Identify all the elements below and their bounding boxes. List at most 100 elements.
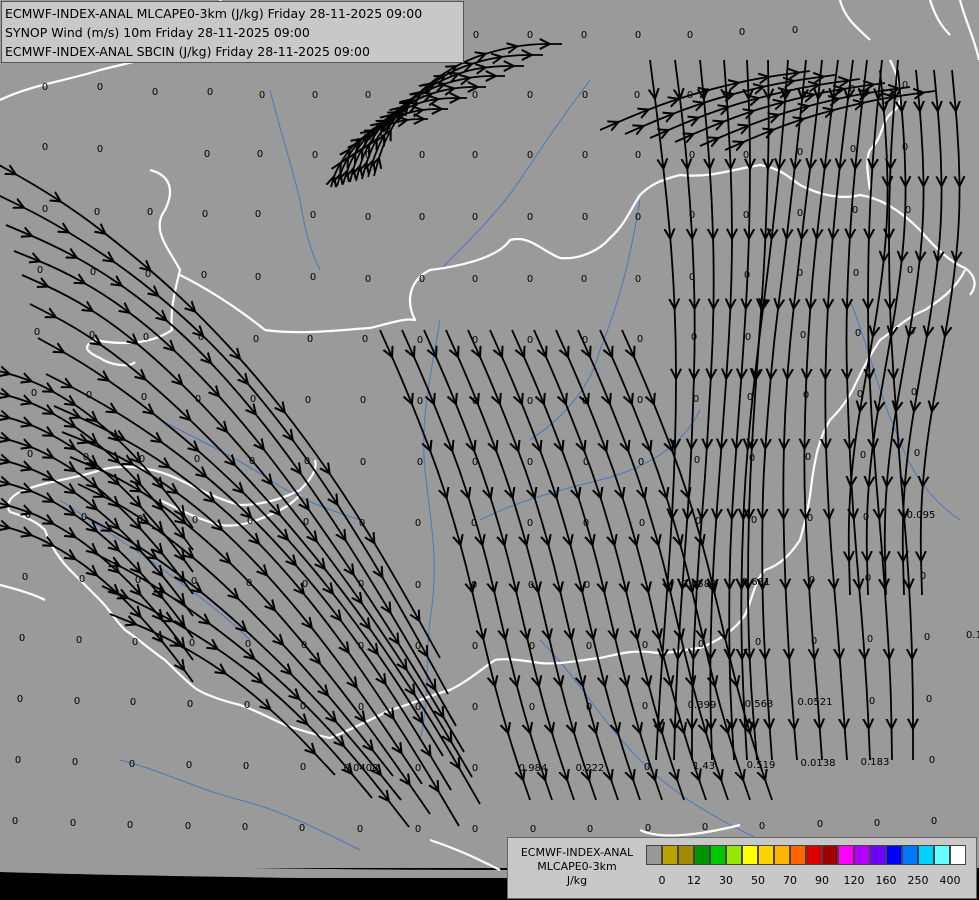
sbcin-value: 0 xyxy=(929,755,935,766)
sbcin-value: 0 xyxy=(34,327,40,338)
sbcin-value: 0 xyxy=(926,694,932,705)
sbcin-value: 0 xyxy=(867,634,873,645)
sbcin-value: 0 xyxy=(145,269,151,280)
sbcin-value: 0 xyxy=(418,90,424,101)
sbcin-value: 0 xyxy=(415,580,421,591)
sbcin-value: 0 xyxy=(42,204,48,215)
sbcin-value: 0 xyxy=(924,632,930,643)
sbcin-value: 0 xyxy=(644,762,650,773)
sbcin-value: 0 xyxy=(299,823,305,834)
legend-tick-label: 250 xyxy=(907,874,929,887)
sbcin-value: 0 xyxy=(695,516,701,527)
sbcin-value: 0 xyxy=(635,150,641,161)
sbcin-value: 0 xyxy=(635,274,641,285)
sbcin-value: 0 xyxy=(417,457,423,468)
legend-swatch xyxy=(870,845,886,865)
sbcin-value: 0 xyxy=(639,518,645,529)
sbcin-value: 0 xyxy=(147,207,153,218)
sbcin-value: 0 xyxy=(307,334,313,345)
sbcin-value: 0 xyxy=(747,392,753,403)
legend-tick-label: 120 xyxy=(843,874,865,887)
sbcin-value: 0 xyxy=(79,574,85,585)
sbcin-value: 0 xyxy=(914,448,920,459)
sbcin-value: 0 xyxy=(931,816,937,827)
weather-map: 0 0 0 0 0 0 0 0 0 0 0 0 0 0 0 0 0 0 0 0 0 0 0 0 0 0 0 0 0 0 0 0 0 0 0 0 0 0 0 0… xyxy=(0,0,979,900)
sbcin-value: 0 xyxy=(638,457,644,468)
sbcin-value: 0 xyxy=(529,641,535,652)
sbcin-value: 0 xyxy=(365,212,371,223)
sbcin-value: 0 xyxy=(907,265,913,276)
sbcin-value: 0 xyxy=(305,395,311,406)
sbcin-value: 0 xyxy=(472,335,478,346)
legend-swatch xyxy=(694,845,710,865)
legend-tick-label: 50 xyxy=(751,874,765,887)
sbcin-value: 0 xyxy=(528,580,534,591)
sbcin-value: 0 xyxy=(70,818,76,829)
sbcin-value: 0 xyxy=(472,763,478,774)
sbcin-value: 0 xyxy=(642,701,648,712)
sbcin-value: 0 xyxy=(139,454,145,465)
sbcin-value: 0 xyxy=(581,30,587,41)
sbcin-value: 0 xyxy=(132,637,138,648)
sbcin-value: 0 xyxy=(312,90,318,101)
sbcin-value: 0 xyxy=(152,87,158,98)
sbcin-value: 0 xyxy=(744,270,750,281)
sbcin-value: 0.1 xyxy=(966,630,979,641)
sbcin-value: 0.984 xyxy=(519,763,548,774)
sbcin-value: 0 xyxy=(365,150,371,161)
sbcin-value: 0 xyxy=(473,30,479,41)
sbcin-value: 0 xyxy=(527,212,533,223)
legend-tick-label: 70 xyxy=(783,874,797,887)
sbcin-value: 0 xyxy=(530,824,536,835)
sbcin-value: 0.095 xyxy=(907,510,936,521)
sbcin-value: 0.183 xyxy=(861,757,890,768)
legend-swatch xyxy=(806,845,822,865)
sbcin-value: 0.0408 xyxy=(344,763,379,774)
sbcin-value: 0 xyxy=(89,330,95,341)
sbcin-value: 0 xyxy=(259,90,265,101)
sbcin-value: 0 xyxy=(691,332,697,343)
sbcin-value: 0 xyxy=(582,396,588,407)
sbcin-value: 0 xyxy=(304,456,310,467)
sbcin-value: 0 xyxy=(257,149,263,160)
sbcin-value: 0 xyxy=(417,396,423,407)
sbcin-value: 0 xyxy=(751,515,757,526)
legend-swatch xyxy=(934,845,950,865)
sbcin-value: 0 xyxy=(807,513,813,524)
sbcin-value: 0 xyxy=(302,579,308,590)
legend-swatch xyxy=(646,845,662,865)
legend-swatch xyxy=(950,845,966,865)
sbcin-value: 0 xyxy=(702,822,708,833)
sbcin-value: 0 xyxy=(86,390,92,401)
sbcin-value: 0 xyxy=(253,334,259,345)
sbcin-value: 0 xyxy=(755,637,761,648)
sbcin-value: 0 xyxy=(25,510,31,521)
title-sbcin: ECMWF-INDEX-ANAL SBCIN (J/kg) Friday 28-… xyxy=(5,44,370,59)
sbcin-value: 0 xyxy=(797,208,803,219)
sbcin-value: 0 xyxy=(191,576,197,587)
sbcin-value: 0 xyxy=(852,205,858,216)
sbcin-value: 0 xyxy=(83,452,89,463)
sbcin-value: 0 xyxy=(300,701,306,712)
sbcin-value: 0 xyxy=(17,694,23,705)
sbcin-value: 0 xyxy=(207,87,213,98)
sbcin-value: 0 xyxy=(419,212,425,223)
sbcin-value: 0 xyxy=(869,696,875,707)
legend-tick-label: 12 xyxy=(687,874,701,887)
sbcin-value: 0 xyxy=(244,700,250,711)
sbcin-value: 0 xyxy=(255,209,261,220)
sbcin-value: 0 xyxy=(72,757,78,768)
sbcin-value: 0.0583 xyxy=(682,579,717,590)
sbcin-value: 0 xyxy=(634,90,640,101)
sbcin-value: 0 xyxy=(358,579,364,590)
sbcin-value: 0 xyxy=(303,517,309,528)
legend-swatch xyxy=(918,845,934,865)
legend-swatch xyxy=(662,845,678,865)
sbcin-value: 0 xyxy=(472,457,478,468)
title-synop-wind: SYNOP Wind (m/s) 10m Friday 28-11-2025 0… xyxy=(5,25,310,40)
sbcin-value: 0 xyxy=(312,150,318,161)
sbcin-value: 0 xyxy=(527,335,533,346)
sbcin-value: 0 xyxy=(362,334,368,345)
sbcin-value: 0 xyxy=(127,820,133,831)
sbcin-value: 0 xyxy=(582,90,588,101)
